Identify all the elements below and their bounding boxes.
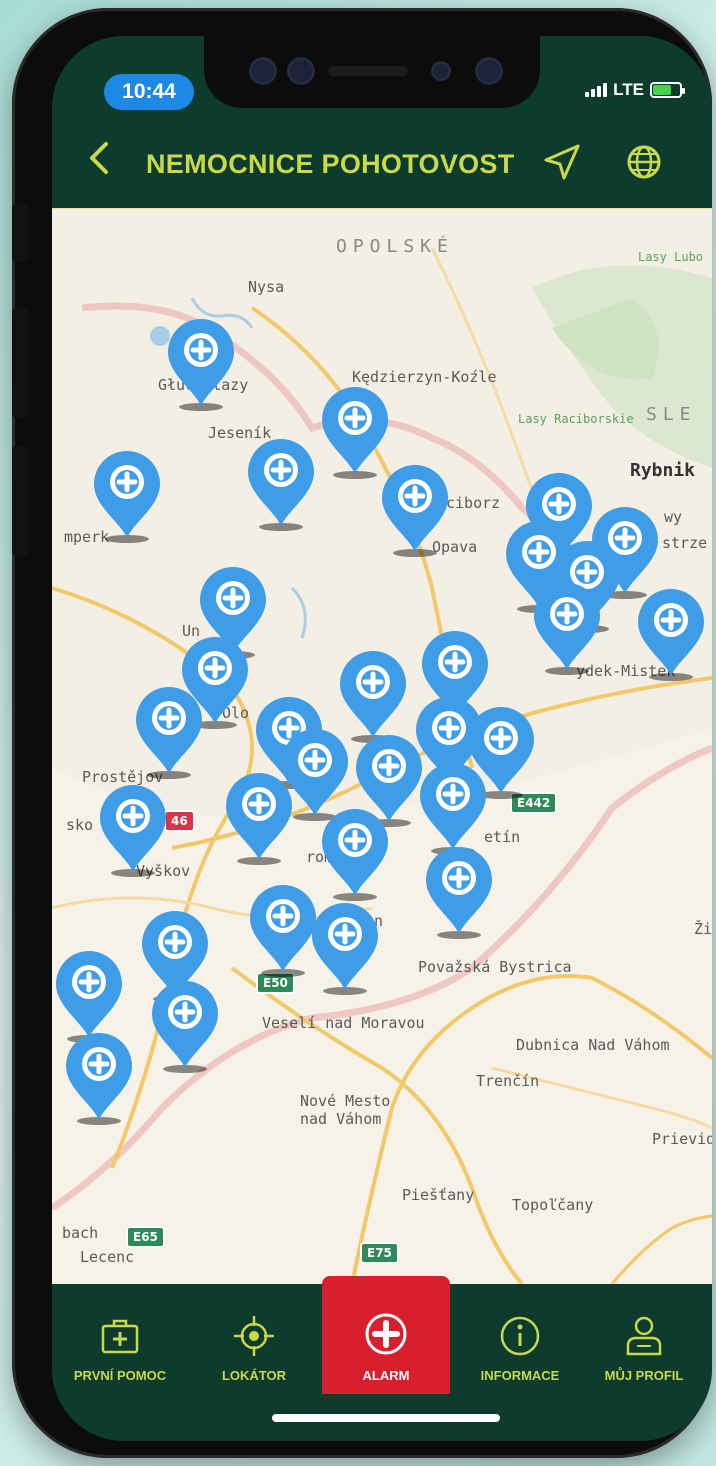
- tab-label: LOKÁTOR: [221, 1368, 287, 1383]
- hospital-pin-icon[interactable]: [244, 436, 318, 532]
- map-label: Piešťany: [402, 1186, 475, 1204]
- map-label: Topoľčany: [512, 1196, 594, 1214]
- map-label: Lasy Lubo: [638, 250, 704, 264]
- app-header: NEMOCNICE POHOTOVOST: [52, 116, 712, 208]
- chevron-left-icon[interactable]: [86, 138, 112, 187]
- screen: 10:44 LTE NEMOCNICE POHOTOVOST OPOLSKÉ L…: [52, 36, 712, 1441]
- map-label: ciborz: [446, 494, 501, 512]
- tab-information[interactable]: INFORMACE: [462, 1284, 578, 1394]
- hospital-pin-icon[interactable]: [378, 462, 452, 558]
- map-label: Prievid: [652, 1130, 712, 1148]
- front-camera: [478, 60, 500, 82]
- signal-icon: [585, 83, 608, 97]
- map-label: Nysa: [248, 278, 285, 296]
- info-icon: [498, 1314, 542, 1358]
- tab-bar: PRVNÍ POMOC LOKÁTOR ALARM INFORMACE MŮJ …: [52, 1276, 712, 1441]
- first-aid-kit-icon: [98, 1314, 142, 1358]
- map-label: Ži: [694, 920, 712, 938]
- hospital-pin-icon[interactable]: [308, 900, 382, 996]
- tab-alarm[interactable]: ALARM: [322, 1276, 450, 1394]
- hospital-map[interactable]: OPOLSKÉ Lasy Lubo Nysa Głuchołazy Kędzie…: [52, 208, 712, 1284]
- alarm-cross-icon: [364, 1312, 408, 1356]
- hospital-pin-icon[interactable]: [96, 782, 170, 878]
- phone-frame: 10:44 LTE NEMOCNICE POHOTOVOST OPOLSKÉ L…: [12, 8, 712, 1458]
- status-time: 10:44: [104, 74, 194, 110]
- road-shield: E75: [360, 1242, 399, 1264]
- hospital-pin-icon[interactable]: [164, 316, 238, 412]
- sensor-dot: [290, 60, 312, 82]
- tab-label: MŮJ PROFIL: [604, 1368, 684, 1383]
- hospital-pin-icon[interactable]: [422, 844, 496, 940]
- map-label: Lecenc: [80, 1248, 135, 1266]
- map-label: SLE: [646, 404, 697, 425]
- map-label: Trenčín: [476, 1072, 540, 1090]
- hospital-pin-icon[interactable]: [132, 684, 206, 780]
- tab-first-aid[interactable]: PRVNÍ POMOC: [62, 1284, 178, 1394]
- globe-icon[interactable]: [626, 144, 662, 180]
- tab-label: PRVNÍ POMOC: [73, 1368, 167, 1383]
- hospital-pin-icon[interactable]: [416, 760, 490, 856]
- speaker-grille: [328, 66, 408, 76]
- volume-down-button: [12, 446, 28, 556]
- status-bar: 10:44 LTE: [52, 36, 712, 116]
- map-label: sko: [66, 816, 94, 834]
- page-title: NEMOCNICE POHOTOVOST: [146, 149, 515, 179]
- battery-icon: [650, 82, 685, 98]
- map-label: nad Váhom: [300, 1110, 382, 1128]
- hospital-pin-icon[interactable]: [318, 806, 392, 902]
- volume-up-button: [12, 308, 28, 418]
- map-label: Dubnica Nad Váhom: [516, 1036, 670, 1054]
- map-label: bach: [62, 1224, 99, 1242]
- tab-locator[interactable]: LOKÁTOR: [196, 1284, 312, 1394]
- home-indicator[interactable]: [272, 1414, 500, 1422]
- map-label: Veselí nad Moravou: [262, 1014, 425, 1032]
- map-label: OPOLSKÉ: [336, 236, 454, 257]
- notch: [204, 36, 540, 108]
- tab-label: ALARM: [362, 1368, 410, 1383]
- map-label: wy: [664, 508, 683, 526]
- sensor-dot: [434, 64, 448, 78]
- map-label: Lasy Raciborskie: [518, 412, 634, 426]
- status-right: LTE: [585, 80, 685, 100]
- hospital-pin-icon[interactable]: [148, 978, 222, 1074]
- map-label: Považská Bystrica: [418, 958, 572, 976]
- hospital-pin-icon[interactable]: [634, 586, 708, 682]
- locator-crosshair-icon: [232, 1314, 276, 1358]
- hospital-pin-icon[interactable]: [222, 770, 296, 866]
- tab-label: INFORMACE: [480, 1368, 560, 1383]
- profile-icon: [622, 1314, 666, 1358]
- tab-my-profile[interactable]: MŮJ PROFIL: [586, 1284, 702, 1394]
- map-label: Rybnik: [630, 460, 696, 481]
- map-label: Nové Mesto: [300, 1092, 391, 1110]
- hospital-pin-icon[interactable]: [62, 1030, 136, 1126]
- hospital-pin-icon[interactable]: [530, 580, 604, 676]
- mute-switch: [12, 204, 28, 262]
- hospital-pin-icon[interactable]: [90, 448, 164, 544]
- navigation-arrow-icon[interactable]: [542, 142, 582, 182]
- map-label: strze: [662, 534, 708, 552]
- sensor-dot: [252, 60, 274, 82]
- network-type: LTE: [613, 80, 644, 99]
- road-shield: E65: [126, 1226, 165, 1248]
